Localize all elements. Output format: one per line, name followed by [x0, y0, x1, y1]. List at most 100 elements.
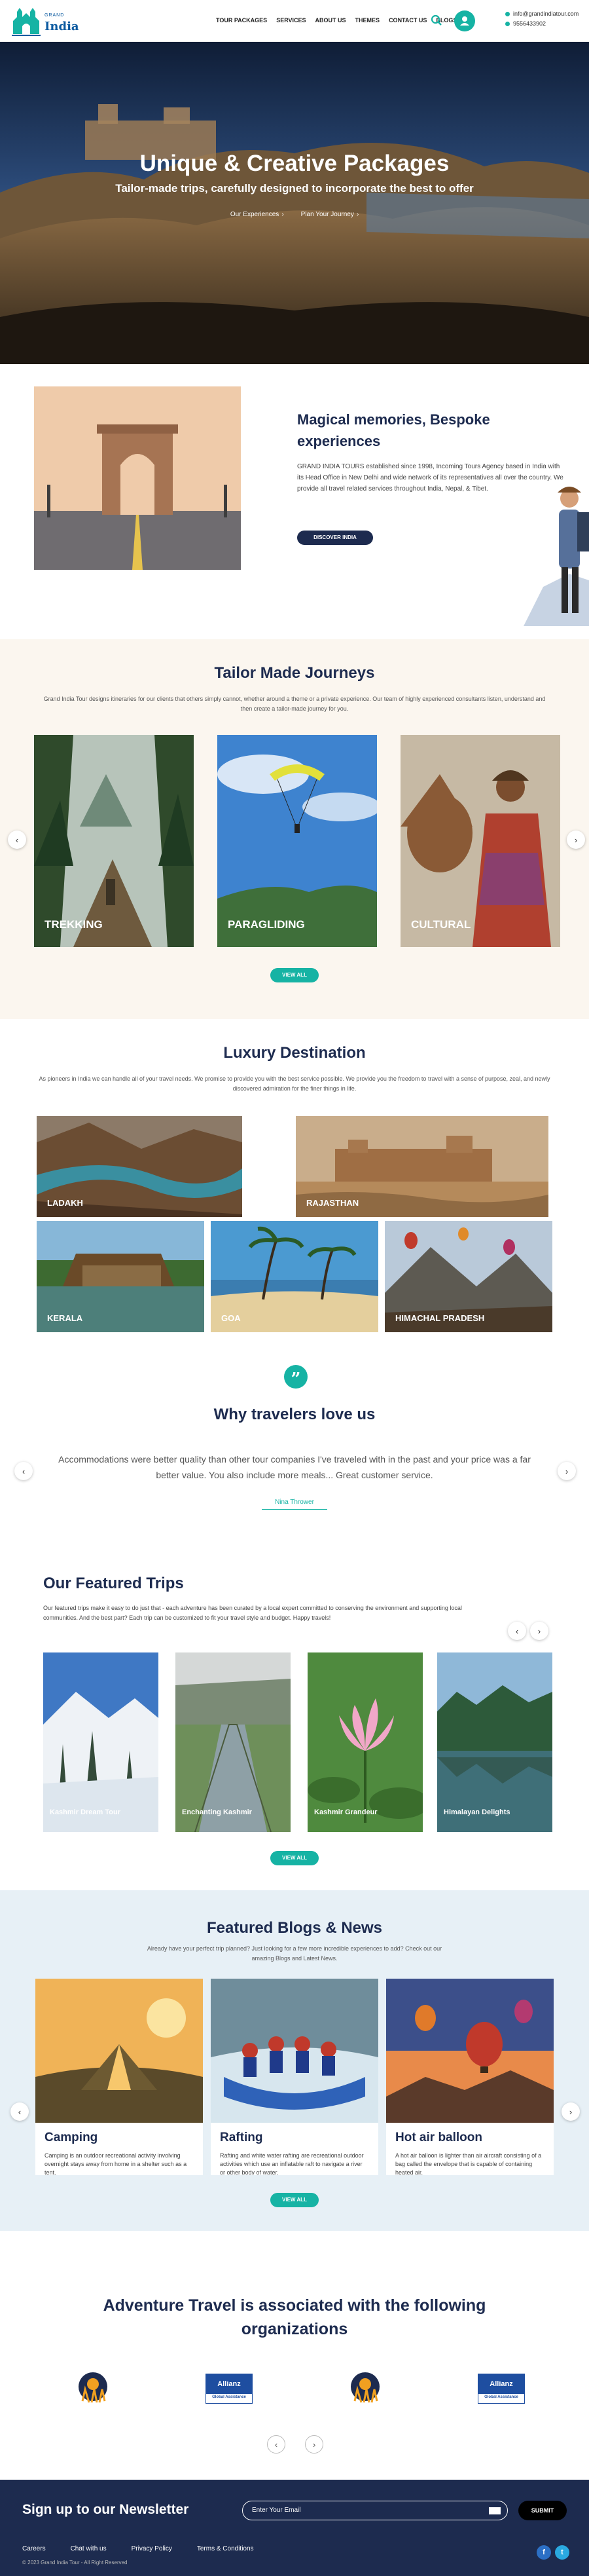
luxury-title: Luxury Destination — [223, 1044, 366, 1062]
contact-email[interactable]: info@grandindiatour.com — [513, 9, 579, 19]
site-footer: Sign up to our Newsletter Enter Your Ema… — [0, 2480, 589, 2576]
privacy-link[interactable]: Privacy Policy — [132, 2545, 172, 2552]
blogs-title: Featured Blogs & News — [206, 1919, 383, 1937]
blog-text: A hot air balloon is lighter than air ai… — [395, 2152, 542, 2175]
trip-card[interactable]: Himalayan Delights — [437, 1652, 552, 1832]
contact-info: info@grandindiatour.com 9556433902 — [505, 9, 579, 29]
testimonial-next-arrow[interactable]: › — [558, 1462, 576, 1480]
tailor-title: Tailor Made Journeys — [214, 664, 375, 682]
experiences-label: Our Experiences — [230, 211, 279, 218]
blog-card[interactable]: Camping Camping is an outdoor recreation… — [35, 1979, 203, 2175]
tailor-prev-arrow[interactable]: ‹ — [8, 831, 26, 849]
blog-title: Rafting — [220, 2131, 263, 2144]
traveler-image — [524, 487, 589, 626]
ladakh-card[interactable]: LADAKH — [37, 1116, 242, 1217]
chat-link[interactable]: Chat with us — [71, 2545, 107, 2552]
testimonial-prev-arrow[interactable]: ‹ — [14, 1462, 33, 1480]
blog-title: Hot air balloon — [395, 2131, 482, 2144]
careers-link[interactable]: Careers — [22, 2545, 46, 2552]
blog-title: Camping — [45, 2131, 98, 2144]
orgs-next-arrow[interactable]: › — [305, 2435, 323, 2454]
allianz-subtext: Global Assistance — [484, 2395, 518, 2399]
blog-card[interactable]: Hot air balloon A hot air balloon is lig… — [386, 1979, 554, 2175]
tailor-made-section: Tailor Made Journeys Grand India Tour de… — [0, 639, 589, 1019]
our-experiences-link[interactable]: Our Experiences › — [230, 211, 284, 218]
chevron-right-icon: › — [312, 2439, 316, 2450]
allianz-wordmark: Allianz — [478, 2374, 524, 2394]
nav-contact-us[interactable]: CONTACT US — [389, 17, 427, 24]
enchanting-kashmir-image — [175, 1652, 291, 1832]
hero-subtitle: Tailor-made trips, carefully designed to… — [115, 182, 474, 195]
user-account-button[interactable] — [454, 10, 475, 31]
plan-journey-link[interactable]: Plan Your Journey › — [301, 211, 359, 218]
hero-title: Unique & Creative Packages — [139, 151, 450, 176]
chevron-right-icon: › — [565, 1466, 569, 1476]
logo-top-text: GRAND — [45, 13, 65, 18]
trip-card[interactable]: Enchanting Kashmir — [175, 1652, 291, 1832]
chevron-right-icon: › — [281, 211, 284, 218]
trips-view-all-button[interactable]: VIEW ALL — [270, 1851, 319, 1865]
chevron-right-icon: › — [569, 2106, 573, 2117]
trip-label: Kashmir Dream Tour — [50, 1808, 120, 1816]
blog-card[interactable]: Rafting Rafting and white water rafting … — [211, 1979, 378, 2175]
chevron-right-icon: › — [574, 834, 578, 845]
submit-button[interactable]: SUBMIT — [518, 2501, 567, 2520]
discover-india-button[interactable]: DISCOVER INDIA — [297, 531, 373, 545]
trip-card[interactable]: Kashmir Grandeur — [308, 1652, 423, 1832]
nav-themes[interactable]: THEMES — [355, 17, 380, 24]
kerala-label: KERALA — [47, 1313, 83, 1323]
camping-image — [35, 1979, 203, 2123]
featured-trips-section: Our Featured Trips Our featured trips ma… — [0, 1543, 589, 1890]
tailor-view-all-button[interactable]: VIEW ALL — [270, 968, 319, 982]
logo-icon — [12, 8, 41, 36]
hero-links: Our Experiences › Plan Your Journey › — [0, 211, 589, 218]
cultural-label: CULTURAL — [411, 918, 471, 931]
kerala-card[interactable]: KERALA — [37, 1221, 204, 1332]
search-icon[interactable] — [431, 14, 442, 26]
about-section: Magical memories, Bespoke experiences GR… — [0, 364, 589, 639]
luxury-destination-section: Luxury Destination As pioneers in India … — [0, 1019, 589, 1340]
nav-about-us[interactable]: ABOUT US — [315, 17, 346, 24]
blogs-view-all-button[interactable]: VIEW ALL — [270, 2193, 319, 2207]
chevron-left-icon: ‹ — [22, 1466, 26, 1476]
ladakh-label: LADAKH — [47, 1198, 83, 1208]
site-header: GRAND India TOUR PACKAGES SERVICES ABOUT… — [0, 0, 589, 42]
trips-prev-arrow[interactable]: ‹ — [508, 1622, 526, 1640]
trekking-card[interactable]: TREKKING — [34, 735, 194, 947]
paragliding-image — [217, 735, 377, 947]
blog-text: Rafting and white water rafting are recr… — [220, 2152, 364, 2175]
chevron-right-icon: › — [537, 1626, 541, 1636]
trip-card[interactable]: Kashmir Dream Tour — [43, 1652, 158, 1832]
paragliding-label: PARAGLIDING — [228, 918, 305, 931]
india-gate-image — [34, 386, 241, 570]
hero-fort-image — [0, 42, 589, 364]
reviewer-name: Nina Thrower — [262, 1499, 327, 1510]
testimonials-section: ” Why travelers love us ‹ Accommodations… — [0, 1340, 589, 1543]
nav-tour-packages[interactable]: TOUR PACKAGES — [216, 17, 267, 24]
trips-next-arrow[interactable]: › — [530, 1622, 548, 1640]
allianz-wordmark: Allianz — [206, 2374, 252, 2394]
tailor-next-arrow[interactable]: › — [567, 831, 585, 849]
rajasthan-card[interactable]: RAJASTHAN — [296, 1116, 548, 1217]
email-placeholder: Enter Your Email — [252, 2507, 301, 2514]
blogs-next-arrow[interactable]: › — [562, 2102, 580, 2121]
facebook-icon[interactable]: f — [537, 2545, 551, 2560]
newsletter-email-input[interactable]: Enter Your Email — [242, 2501, 508, 2520]
contact-phone[interactable]: 9556433902 — [513, 19, 546, 29]
orgs-prev-arrow[interactable]: ‹ — [267, 2435, 285, 2454]
twitter-icon[interactable]: t — [555, 2545, 569, 2560]
goa-card[interactable]: GOA — [211, 1221, 378, 1332]
blogs-prev-arrow[interactable]: ‹ — [10, 2102, 29, 2121]
nav-services[interactable]: SERVICES — [276, 17, 306, 24]
about-title: Magical memories, Bespoke experiences — [297, 411, 490, 449]
terms-link[interactable]: Terms & Conditions — [197, 2545, 254, 2552]
envelope-icon — [489, 2507, 501, 2514]
main-nav: TOUR PACKAGES SERVICES ABOUT US THEMES C… — [216, 17, 457, 24]
himachal-card[interactable]: HIMACHAL PRADESH — [385, 1221, 552, 1332]
cultural-card[interactable]: CULTURAL — [401, 735, 560, 947]
paragliding-card[interactable]: PARAGLIDING — [217, 735, 377, 947]
chevron-left-icon: ‹ — [274, 2439, 278, 2450]
himachal-label: HIMACHAL PRADESH — [395, 1313, 485, 1323]
why-title: Why travelers love us — [213, 1406, 376, 1423]
logo[interactable]: GRAND India — [10, 4, 82, 38]
